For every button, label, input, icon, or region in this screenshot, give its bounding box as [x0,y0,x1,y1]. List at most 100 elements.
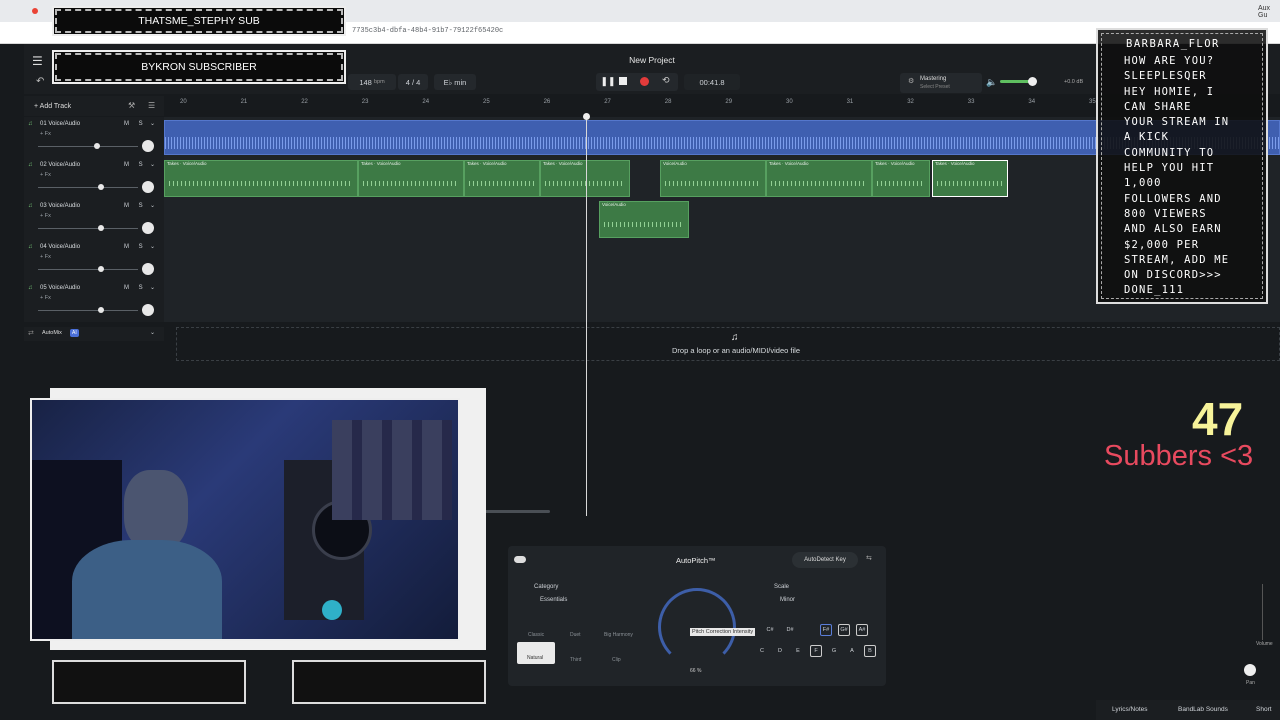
drop-zone[interactable] [176,327,1280,361]
record-button[interactable] [640,77,649,86]
track-volume-knob[interactable] [98,225,104,231]
mute-solo-buttons[interactable]: M S [124,244,147,250]
autopitch-toggle[interactable] [514,556,526,563]
shortcuts-button[interactable]: Short [1256,706,1272,713]
mode-big-harmony[interactable]: Big Harmony [604,632,633,638]
key-g-sharp[interactable]: G# [838,624,850,636]
chat-line: ON DISCORD>>> [1124,269,1222,282]
volume-fader[interactable] [1262,584,1263,640]
pause-button[interactable]: ❚❚ [596,76,620,87]
wall-posters [332,420,452,520]
audio-clip[interactable]: Takes · Voice/Audio [164,160,358,197]
track-pan-knob[interactable] [142,181,154,193]
sub-count: 47 [1192,393,1244,445]
chevron-down-icon[interactable]: ⌄ [150,202,155,209]
mode-clip[interactable]: Clip [612,657,621,663]
track-header[interactable]: ♫ 05 Voice/Audio + Fx M S ⌄ [24,281,164,322]
key-c[interactable]: C [756,645,768,657]
lyrics-notes-button[interactable]: Lyrics/Notes [1112,706,1148,713]
track-volume-slider[interactable] [38,146,138,147]
track-header[interactable]: ♫ 01 Voice/Audio + Fx M S ⌄ [24,117,164,158]
track-pan-knob[interactable] [142,304,154,316]
track-volume-knob[interactable] [98,184,104,190]
mode-duet[interactable]: Duet [570,632,581,638]
key-selector[interactable]: E♭ min [434,74,476,90]
track-fx-button[interactable]: + Fx [40,295,51,301]
waveform [771,181,867,186]
mute-solo-buttons[interactable]: M S [124,162,147,168]
track-volume-slider[interactable] [38,187,138,188]
chevron-down-icon[interactable]: ⌄ [150,284,155,291]
track-name[interactable]: 02 Voice/Audio [40,162,80,168]
pitch-intensity-knob[interactable] [658,588,736,666]
bandlab-sounds-button[interactable]: BandLab Sounds [1178,706,1228,713]
speaker-icon[interactable]: 🔈 [986,77,997,88]
mode-third[interactable]: Third [570,657,581,663]
mode-natural-selected[interactable]: Natural [517,642,555,664]
key-a[interactable]: A [846,645,858,657]
master-db: +0.0 dB [1064,79,1084,85]
track-volume-knob[interactable] [98,307,104,313]
selected-audio-clip[interactable]: Takes · Voice/Audio [932,160,1008,197]
mute-solo-buttons[interactable]: M S [124,121,147,127]
mute-solo-buttons[interactable]: M S [124,285,147,291]
key-d[interactable]: D [774,645,786,657]
chevron-down-icon[interactable]: ⌄ [150,120,155,127]
chevron-down-icon[interactable]: ⌄ [150,161,155,168]
loop-icon[interactable]: ⟲ [662,75,670,86]
track-header[interactable]: ♫ 04 Voice/Audio + Fx M S ⌄ [24,240,164,281]
key-a-sharp[interactable]: A# [856,624,868,636]
track-volume-knob[interactable] [94,143,100,149]
key-d-sharp[interactable]: D# [784,624,796,636]
chevron-down-icon[interactable]: ⌄ [150,329,155,336]
key-b[interactable]: B [864,645,876,657]
track-fx-button[interactable]: + Fx [40,172,51,178]
track-name[interactable]: 05 Voice/Audio [40,285,80,291]
scale-select[interactable]: Minor [780,597,795,603]
track-name[interactable]: 03 Voice/Audio [40,203,80,209]
mode-classic[interactable]: Classic [528,632,544,638]
track-pan-knob[interactable] [142,140,154,152]
settings-icon[interactable]: ⇆ [866,554,872,562]
track-volume-slider[interactable] [38,269,138,270]
playhead[interactable] [586,116,587,516]
track-fx-button[interactable]: + Fx [40,254,51,260]
key-g[interactable]: G [828,645,840,657]
track-volume-knob[interactable] [98,266,104,272]
playhead-handle[interactable] [583,113,590,120]
audio-clip[interactable]: Voice/Audio [599,201,689,238]
pan-knob[interactable] [1244,664,1256,676]
track-name[interactable]: 04 Voice/Audio [40,244,80,250]
track-fx-button[interactable]: + Fx [40,213,51,219]
undo-icon[interactable]: ↶ [36,76,44,87]
track-volume-slider[interactable] [38,228,138,229]
autodetect-key-button[interactable]: AutoDetect Key [792,552,858,568]
track-fx-button[interactable]: + Fx [40,131,51,137]
audio-clip[interactable]: Takes · Voice/Audio [540,160,630,197]
chevron-down-icon[interactable]: ⌄ [150,243,155,250]
key-f-sharp[interactable]: F# [820,624,832,636]
track-header[interactable]: ♫ 03 Voice/Audio + Fx M S ⌄ [24,199,164,240]
audio-clip[interactable]: Takes · Voice/Audio [872,160,930,197]
master-volume-knob[interactable] [1028,77,1037,86]
track-pan-knob[interactable] [142,222,154,234]
track-header[interactable]: ♫ 02 Voice/Audio + Fx M S ⌄ [24,158,164,199]
automix-row[interactable]: ⇄ AutoMix AI ⌄ [24,327,164,341]
audio-clip[interactable]: Takes · Voice/Audio [358,160,464,197]
audio-clip[interactable]: Takes · Voice/Audio [464,160,540,197]
key-c-sharp[interactable]: C# [764,624,776,636]
key-e[interactable]: E [792,645,804,657]
mastering-button[interactable]: ⚙ Mastering Select Preset [900,73,982,93]
bpm-field[interactable]: 148 bpm [348,74,396,90]
key-f[interactable]: F [810,645,822,657]
mute-solo-buttons[interactable]: M S [124,203,147,209]
time-signature[interactable]: 4 / 4 [398,74,428,90]
category-select[interactable]: Essentials [540,597,567,603]
track-name[interactable]: 01 Voice/Audio [40,121,80,127]
track-volume-slider[interactable] [38,310,138,311]
audio-clip[interactable]: Takes · Voice/Audio [766,160,872,197]
stop-button[interactable] [619,77,627,85]
track-pan-knob[interactable] [142,263,154,275]
chat-line: 1,000 [1124,177,1162,190]
audio-clip[interactable]: Voice/Audio [660,160,766,197]
